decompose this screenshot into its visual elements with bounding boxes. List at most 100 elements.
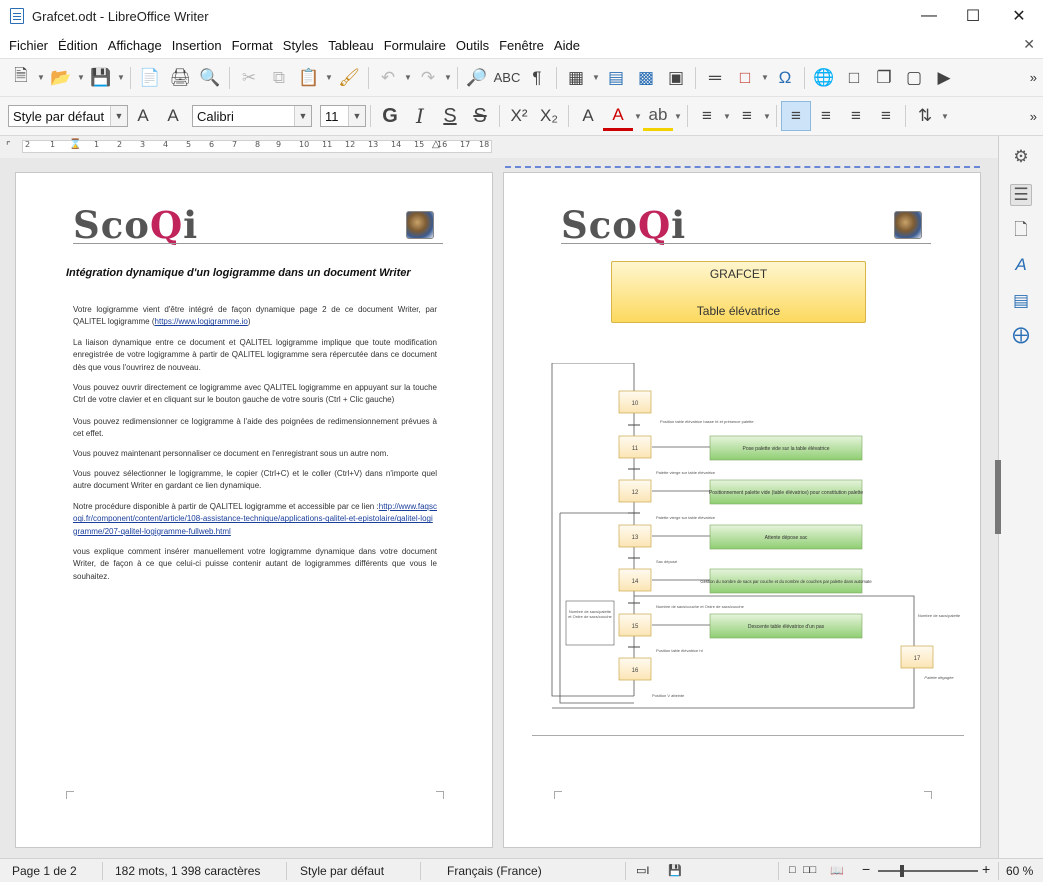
grafcet-diagram[interactable]: 10 11 12 13 14 15 16 17 Pose palette vid… <box>544 363 964 723</box>
logigramme-link[interactable]: https://www.logigramme.io <box>155 317 248 326</box>
page-1[interactable]: ScoQi Intégration dynamique d'un logigra… <box>15 172 493 848</box>
insert-field-icon[interactable]: □ <box>730 63 760 93</box>
highlight-dropdown-icon[interactable]: ▼ <box>673 112 683 121</box>
paste-icon[interactable]: 📋 <box>294 63 324 93</box>
right-indent-marker-icon[interactable]: △ <box>432 139 440 150</box>
sidebar-page-icon[interactable]: 🗋 <box>1010 220 1032 242</box>
paste-dropdown-icon[interactable]: ▼ <box>324 73 334 82</box>
close-document-icon[interactable]: ✕ <box>1023 36 1035 53</box>
chevron-down-icon[interactable]: ▼ <box>110 106 127 126</box>
single-page-view-icon[interactable]: □ <box>789 864 796 876</box>
menu-fenetre[interactable]: Fenêtre <box>494 38 549 53</box>
left-indent-marker-icon[interactable]: ⌛ <box>69 139 81 150</box>
sidebar-navigator-icon[interactable]: ⨁ <box>1010 324 1032 346</box>
grafcet-action[interactable]: Attente dépose sac <box>709 524 863 550</box>
selection-mode-icon[interactable]: ▭I <box>636 864 649 877</box>
menu-outils[interactable]: Outils <box>451 38 494 53</box>
page-style[interactable]: Style par défaut <box>300 864 384 878</box>
bold-icon[interactable]: G <box>375 101 405 131</box>
track-changes-icon[interactable]: ▶ <box>929 63 959 93</box>
comment-icon[interactable]: ▢ <box>899 63 929 93</box>
insert-chart-icon[interactable]: ▩ <box>631 63 661 93</box>
zoom-level[interactable]: 60 % <box>1006 864 1033 878</box>
print-icon[interactable]: 🖨 <box>165 63 195 93</box>
clone-formatting-icon[interactable]: 🖌 <box>334 63 364 93</box>
book-view-icon[interactable]: 📖 <box>830 864 844 877</box>
copy-icon[interactable]: ⧉ <box>264 63 294 93</box>
font-color-icon[interactable]: A <box>603 101 633 131</box>
menu-affichage[interactable]: Affichage <box>103 38 167 53</box>
menu-styles[interactable]: Styles <box>278 38 323 53</box>
zoom-slider[interactable] <box>878 870 978 872</box>
grafcet-step[interactable]: 10 <box>618 390 652 414</box>
multi-page-view-icon[interactable]: □□ <box>803 864 816 876</box>
endnote-icon[interactable]: ❐ <box>869 63 899 93</box>
grafcet-action[interactable]: Positionnement palette vide (table éléva… <box>709 479 863 505</box>
grafcet-action[interactable]: Descente table élévatrice d'un pas <box>709 613 863 639</box>
update-style-icon[interactable]: A <box>128 101 158 131</box>
highlight-icon[interactable]: ab <box>643 101 673 131</box>
font-name-combo[interactable]: Calibri ▼ <box>192 105 312 127</box>
line-spacing-icon[interactable]: ⇅ <box>910 101 940 131</box>
export-pdf-icon[interactable]: 📄 <box>135 63 165 93</box>
sidebar-settings-gear-icon[interactable]: ⚙ <box>1010 146 1032 168</box>
menu-formulaire[interactable]: Formulaire <box>379 38 451 53</box>
grafcet-step[interactable]: 14 <box>618 568 652 592</box>
menu-insertion[interactable]: Insertion <box>167 38 227 53</box>
save-icon[interactable]: 💾 <box>86 63 116 93</box>
clear-formatting-icon[interactable]: A <box>573 101 603 131</box>
open-folder-icon[interactable]: 📂 <box>46 63 76 93</box>
cut-icon[interactable]: ✂ <box>234 63 264 93</box>
insert-table-icon[interactable]: ▦ <box>561 63 591 93</box>
spelling-icon[interactable]: ABC <box>492 63 522 93</box>
more-tools-icon[interactable]: » <box>1030 70 1037 85</box>
footnote-icon[interactable]: □ <box>839 63 869 93</box>
font-size-combo[interactable]: 11 ▼ <box>320 105 366 127</box>
grafcet-step[interactable]: 12 <box>618 479 652 503</box>
print-preview-icon[interactable]: 🔍 <box>195 63 225 93</box>
hyperlink-icon[interactable]: 🌐 <box>809 63 839 93</box>
tab-stop-selector-icon[interactable]: ⌜ <box>6 141 11 152</box>
formatting-marks-icon[interactable]: ¶ <box>522 63 552 93</box>
italic-icon[interactable]: I <box>405 101 435 131</box>
page-2[interactable]: ScoQi GRAFCET Table élévatrice 10 11 12 … <box>503 172 981 848</box>
insert-page-break-icon[interactable]: ═ <box>700 63 730 93</box>
line-spacing-dropdown-icon[interactable]: ▼ <box>940 112 950 121</box>
find-replace-icon[interactable]: 🔎 <box>462 63 492 93</box>
close-window-button[interactable]: ✕ <box>996 0 1042 32</box>
menu-format[interactable]: Format <box>227 38 278 53</box>
menu-fichier[interactable]: Fichier <box>4 38 53 53</box>
minimize-button[interactable]: — <box>906 0 952 32</box>
align-left-icon[interactable]: ≡ <box>781 101 811 131</box>
horizontal-ruler[interactable]: 2 1 1 2 3 4 5 6 7 8 9 10 11 12 13 14 15 … <box>0 136 998 158</box>
menu-edition[interactable]: Édition <box>53 38 103 53</box>
grafcet-step[interactable]: 16 <box>618 657 652 681</box>
maximize-button[interactable]: ☐ <box>950 0 996 32</box>
sidebar-properties-icon[interactable]: ☰ <box>1010 184 1032 206</box>
chevron-down-icon[interactable]: ▼ <box>294 106 311 126</box>
zoom-out-icon[interactable]: − <box>862 861 870 877</box>
undo-icon[interactable]: ↶ <box>373 63 403 93</box>
zoom-slider-handle[interactable] <box>900 865 904 877</box>
subscript-icon[interactable]: X₂ <box>534 101 564 131</box>
page-count[interactable]: Page 1 de 2 <box>12 864 77 878</box>
sidebar-styles-icon[interactable]: A <box>1010 254 1032 276</box>
grafcet-step[interactable]: 13 <box>618 524 652 548</box>
redo-dropdown-icon[interactable]: ▼ <box>443 73 453 82</box>
more-formatting-icon[interactable]: » <box>1030 109 1037 124</box>
superscript-icon[interactable]: X² <box>504 101 534 131</box>
word-count[interactable]: 182 mots, 1 398 caractères <box>115 864 260 878</box>
paragraph-style-combo[interactable]: Style par défaut ▼ <box>8 105 128 127</box>
underline-icon[interactable]: S <box>435 101 465 131</box>
new-style-icon[interactable]: A <box>158 101 188 131</box>
grafcet-step[interactable]: 17 <box>900 645 934 669</box>
chevron-down-icon[interactable]: ▼ <box>348 106 365 126</box>
zoom-in-icon[interactable]: + <box>982 861 990 877</box>
sidebar-collapse-handle[interactable] <box>995 460 1001 534</box>
sidebar-gallery-icon[interactable]: ▤ <box>1010 290 1032 312</box>
grafcet-step[interactable]: 11 <box>618 435 652 459</box>
numbering-dropdown-icon[interactable]: ▼ <box>762 112 772 121</box>
numbered-list-icon[interactable]: ≡ <box>732 101 762 131</box>
special-character-icon[interactable]: Ω <box>770 63 800 93</box>
align-right-icon[interactable]: ≡ <box>841 101 871 131</box>
